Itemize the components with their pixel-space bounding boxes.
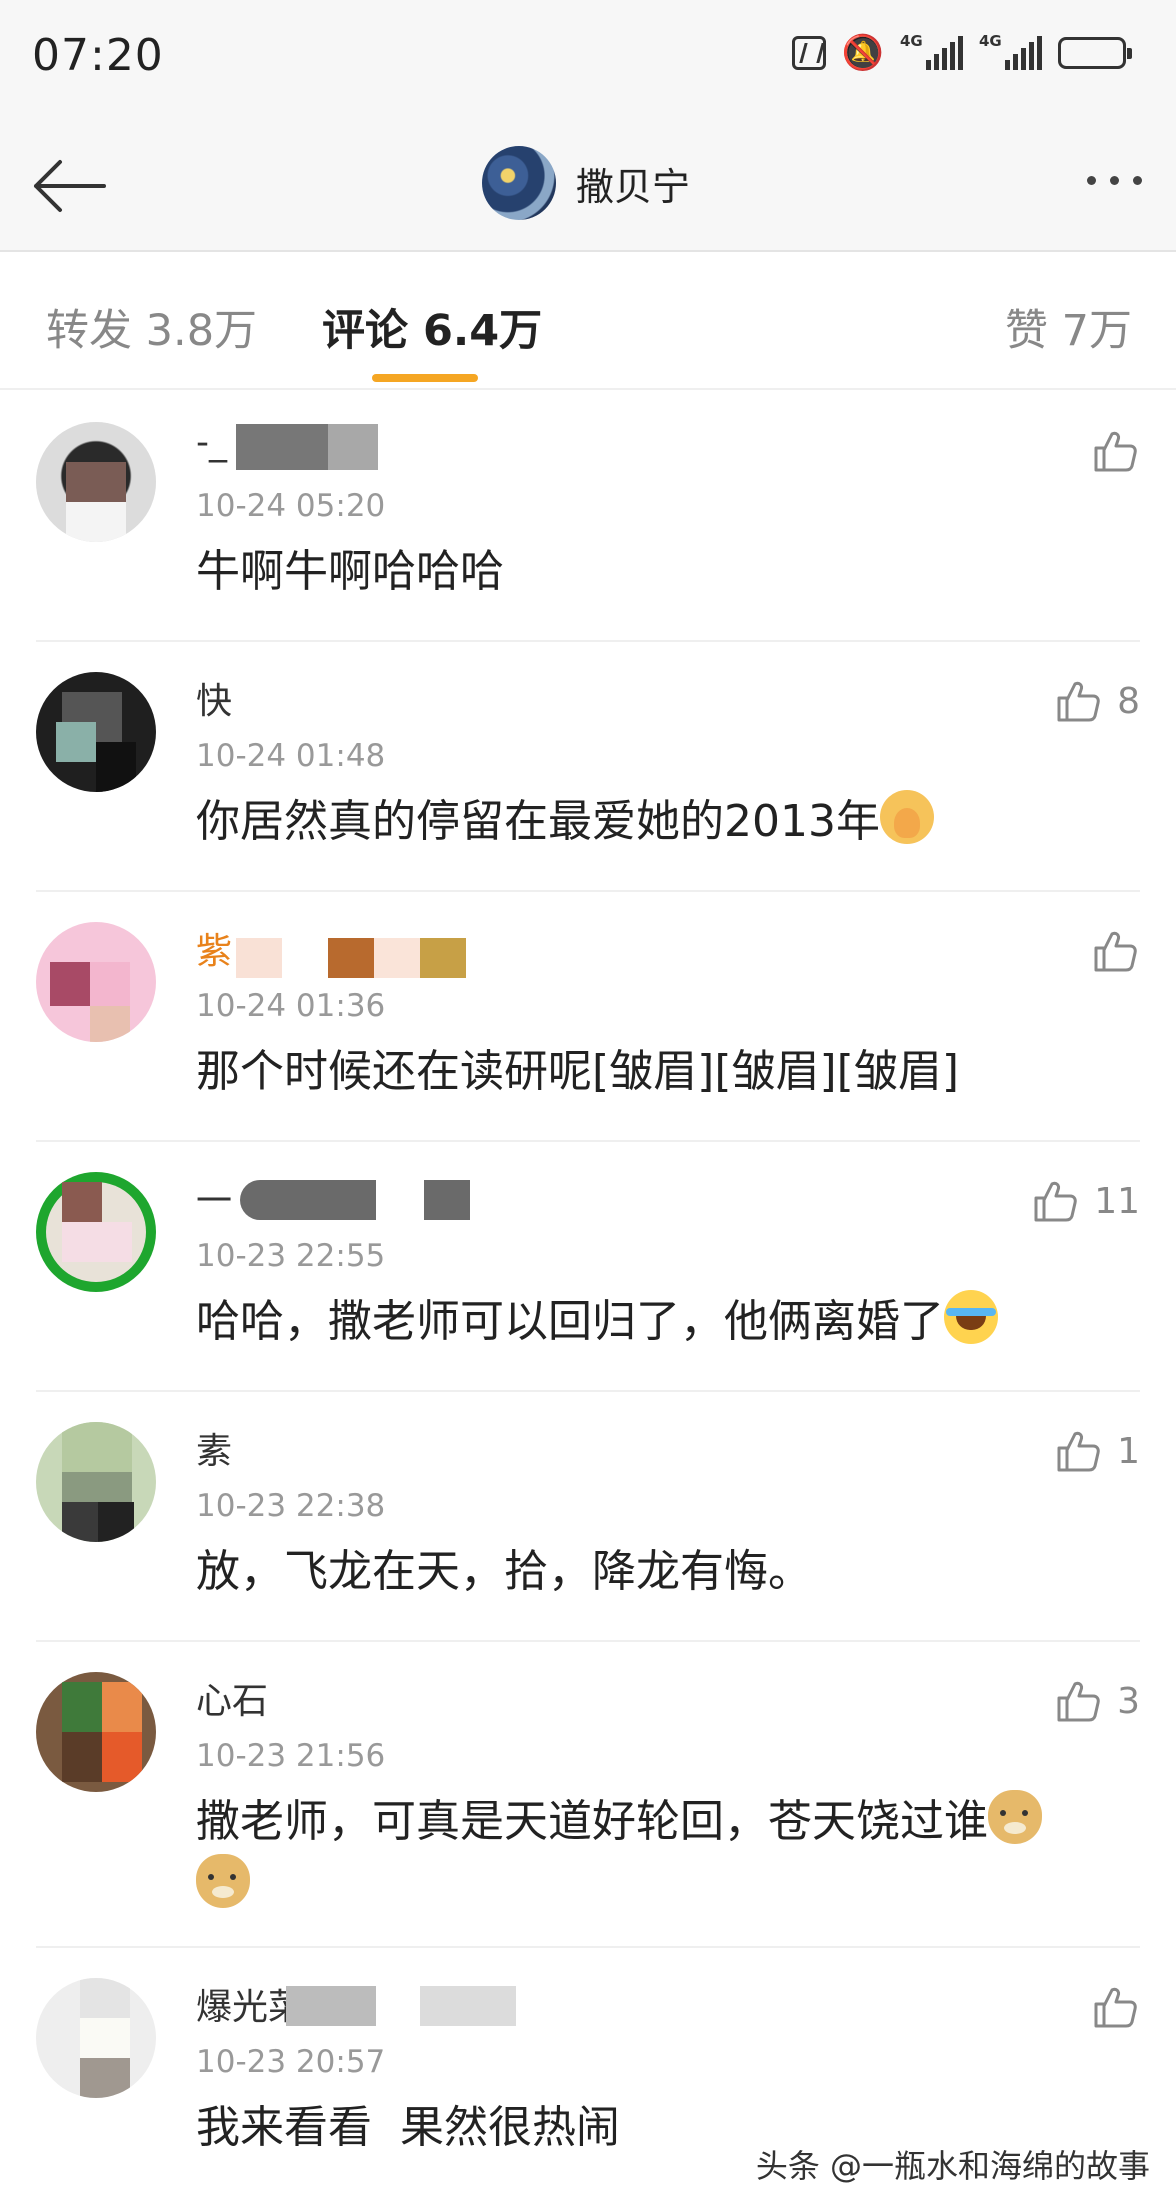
comment-item: 快 10-24 01:48 你居然真的停留在最爱她的2013年 8: [0, 642, 1176, 892]
avatar[interactable]: [36, 1422, 156, 1542]
like-count: 11: [1094, 1180, 1140, 1222]
avatar[interactable]: [36, 672, 156, 792]
page-title: 撒贝宁: [576, 164, 691, 209]
tab-comments[interactable]: 评论 6.4万: [322, 296, 542, 358]
thumbs-up-icon: [1094, 1987, 1137, 2028]
laugh-cry-emoji-icon: [944, 1290, 998, 1344]
comment-item: 一 10-23 22:55 哈哈，撒老师可以回归了，他俩离婚了 11: [0, 1142, 1176, 1392]
comment-time: 10-24 01:36: [196, 988, 386, 1024]
network-label: 4G: [900, 32, 923, 50]
avatar[interactable]: [36, 922, 156, 1042]
thumbs-up-icon: [1034, 1181, 1077, 1222]
comment-text: 撒老师，可真是天道好轮回，苍天饶过谁: [196, 1790, 1106, 1918]
comment-time: 10-23 22:38: [196, 1488, 386, 1524]
thumbs-up-icon: [1057, 1681, 1100, 1722]
username[interactable]: 一: [196, 1172, 232, 1224]
comment-text: 放，飞龙在天，拾，降龙有悔。: [196, 1546, 812, 1597]
comment-item: -_ 10-24 05:20 牛啊牛啊哈哈哈: [0, 392, 1176, 642]
tab-reposts[interactable]: 转发 3.8万: [46, 296, 257, 358]
watermark: 头条 @一瓶水和海绵的故事: [755, 2147, 1150, 2185]
like-button[interactable]: 1: [1053, 1426, 1140, 1476]
like-button[interactable]: [1090, 926, 1140, 976]
active-tab-indicator: [372, 374, 478, 382]
username[interactable]: 紫: [196, 922, 232, 974]
status-time: 07:20: [32, 30, 164, 81]
pray-emoji-icon: [879, 790, 934, 844]
like-button[interactable]: 11: [1030, 1176, 1140, 1226]
like-count: 1: [1117, 1430, 1140, 1472]
comment-text: 哈哈，撒老师可以回归了，他俩离婚了: [196, 1290, 1106, 1354]
comment-item: 紫 10-24 01:36 那个时候还在读研呢[皱眉][皱眉][皱眉]: [0, 892, 1176, 1142]
comment-text-content: 哈哈，撒老师可以回归了，他俩离婚了: [196, 1296, 944, 1347]
battery-icon: [1058, 37, 1132, 69]
comment-text: 牛啊牛啊哈哈哈: [196, 546, 504, 597]
thumbs-up-icon: [1094, 931, 1137, 972]
profile-header[interactable]: 撒贝宁: [482, 146, 690, 220]
comment-time: 10-23 22:55: [196, 1238, 386, 1274]
status-icons: 🔕 4G 4G: [791, 32, 1132, 73]
comment-item: 心石 10-23 21:56 撒老师，可真是天道好轮回，苍天饶过谁 3: [0, 1642, 1176, 1948]
username[interactable]: -_: [196, 422, 227, 463]
tab-likes[interactable]: 赞 7万: [1005, 296, 1132, 358]
avatar[interactable]: [36, 1978, 156, 2098]
comment-time: 10-24 01:48: [196, 738, 386, 774]
comment-text-content: 撒老师，可真是天道好轮回，苍天饶过谁: [196, 1796, 988, 1847]
thumbs-up-icon: [1057, 1431, 1100, 1472]
avatar[interactable]: [482, 146, 556, 220]
like-count: 8: [1117, 680, 1140, 722]
comment-item: 素 10-23 22:38 放，飞龙在天，拾，降龙有悔。 1: [0, 1392, 1176, 1642]
more-options-icon[interactable]: [1087, 176, 1142, 185]
like-button[interactable]: 8: [1053, 676, 1140, 726]
signal-icon-2: 4G: [979, 32, 1042, 70]
mute-bell-icon: 🔕: [841, 33, 884, 73]
back-arrow-icon[interactable]: [30, 156, 110, 216]
like-button[interactable]: 3: [1053, 1676, 1140, 1726]
comment-time: 10-23 21:56: [196, 1738, 386, 1774]
like-count: 3: [1117, 1680, 1140, 1722]
comment-text-content: 你居然真的停留在最爱她的2013年: [196, 796, 880, 847]
username[interactable]: 心石: [196, 1672, 268, 1724]
thumbs-up-icon: [1057, 681, 1100, 722]
username[interactable]: 素: [196, 1422, 232, 1474]
like-button[interactable]: [1090, 1982, 1140, 2032]
doge-emoji-icon: [988, 1790, 1042, 1844]
signal-icon-1: 4G: [900, 32, 963, 70]
comment-text: 你居然真的停留在最爱她的2013年: [196, 790, 1106, 854]
avatar[interactable]: [36, 1172, 156, 1292]
comment-text: 那个时候还在读研呢[皱眉][皱眉][皱眉]: [196, 1046, 959, 1097]
like-button[interactable]: [1090, 426, 1140, 476]
status-bar: 07:20 🔕 4G 4G: [0, 0, 1176, 120]
network-label: 4G: [979, 32, 1002, 50]
username[interactable]: 快: [196, 672, 232, 724]
tab-bar: 转发 3.8万 评论 6.4万 赞 7万: [0, 254, 1176, 390]
comment-time: 10-23 20:57: [196, 2044, 386, 2080]
doge-emoji-icon: [196, 1854, 250, 1908]
avatar[interactable]: [36, 422, 156, 542]
thumbs-up-icon: [1094, 431, 1137, 472]
avatar[interactable]: [36, 1672, 156, 1792]
nfc-icon: [791, 36, 826, 70]
comment-time: 10-24 05:20: [196, 488, 386, 524]
nav-header: 撒贝宁: [0, 120, 1176, 252]
